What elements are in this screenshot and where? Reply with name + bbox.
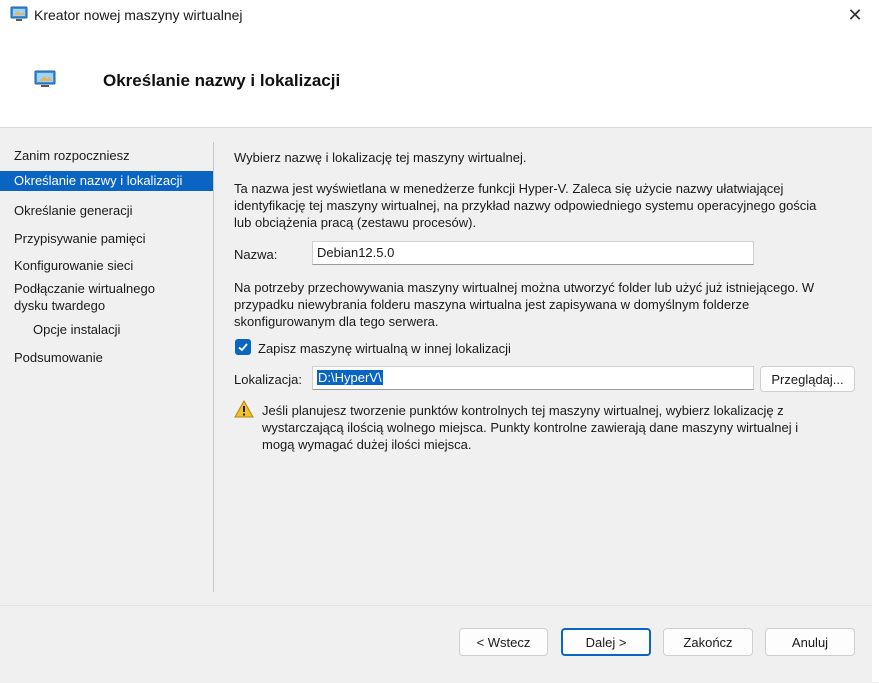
vm-monitor-icon xyxy=(34,70,56,91)
intro-text: Wybierz nazwę i lokalizację tej maszyny … xyxy=(234,150,527,165)
nav-step-summary[interactable]: Podsumowanie xyxy=(0,349,213,366)
warning-line: mogą wymagać dużej ilości miejsca. xyxy=(262,437,472,452)
description-line: lub obciążenia pracą (zestawu procesów). xyxy=(234,215,477,230)
nav-step-virtual-disk[interactable]: Podłączanie wirtualnego xyxy=(0,280,213,297)
save-elsewhere-checkbox[interactable] xyxy=(235,339,251,355)
cancel-button[interactable]: Anuluj xyxy=(765,628,855,656)
nav-step-generation[interactable]: Określanie generacji xyxy=(0,202,213,219)
description-line: Ta nazwa jest wyświetlana w menedżerze f… xyxy=(234,181,784,196)
wizard-header: Określanie nazwy i lokalizacji xyxy=(0,30,879,128)
description-line: identyfikację tej maszyny wirtualnej, na… xyxy=(234,198,817,213)
browse-button[interactable]: Przeglądaj... xyxy=(760,366,855,392)
nav-step-network[interactable]: Konfigurowanie sieci xyxy=(0,257,213,274)
nav-step-memory[interactable]: Przypisywanie pamięci xyxy=(0,230,213,247)
folder-info-line: przypadku niewybrania folderu maszyna wi… xyxy=(234,297,750,312)
close-icon[interactable]: ✕ xyxy=(840,0,870,30)
back-button[interactable]: < Wstecz xyxy=(459,628,548,656)
vm-monitor-icon xyxy=(10,6,28,25)
wizard-footer: < Wstecz Dalej > Zakończ Anuluj xyxy=(0,605,879,683)
title-bar: Kreator nowej maszyny wirtualnej ✕ xyxy=(0,0,879,30)
save-elsewhere-label[interactable]: Zapisz maszynę wirtualną w innej lokaliz… xyxy=(258,340,511,357)
next-button[interactable]: Dalej > xyxy=(561,628,651,656)
folder-info-line: Na potrzeby przechowywania maszyny wirtu… xyxy=(234,280,815,295)
folder-info-line: skonfigurowanym dla tego serwera. xyxy=(234,314,439,329)
name-input[interactable]: Debian12.5.0 xyxy=(312,241,754,265)
warning-icon xyxy=(234,399,254,421)
page-title: Określanie nazwy i lokalizacji xyxy=(103,71,341,90)
wizard-body: Zanim rozpoczniesz Określanie nazwy i lo… xyxy=(0,128,879,605)
location-label: Lokalizacja: xyxy=(234,372,302,387)
warning-line: wystarczającą ilością wolnego miejsca. P… xyxy=(262,420,799,435)
window-title: Kreator nowej maszyny wirtualnej xyxy=(34,7,243,23)
nav-step-before-you-begin[interactable]: Zanim rozpoczniesz xyxy=(0,147,213,164)
name-label: Nazwa: xyxy=(234,247,278,262)
location-input[interactable]: D:\HyperV\ xyxy=(312,366,754,390)
finish-button[interactable]: Zakończ xyxy=(663,628,753,656)
nav-step-install-options[interactable]: Opcje instalacji xyxy=(0,321,213,338)
nav-step-name-location[interactable]: Określanie nazwy i lokalizacji xyxy=(0,171,213,191)
warning-line: Jeśli planujesz tworzenie punktów kontro… xyxy=(262,403,784,418)
window-edge xyxy=(872,30,879,682)
checkmark-icon xyxy=(238,343,248,352)
nav-divider xyxy=(213,142,214,592)
location-value: D:\HyperV\ xyxy=(317,370,383,385)
nav-step-virtual-disk-line2[interactable]: dysku twardego xyxy=(0,297,213,314)
wizard-steps-nav: Zanim rozpoczniesz Określanie nazwy i lo… xyxy=(0,128,214,588)
